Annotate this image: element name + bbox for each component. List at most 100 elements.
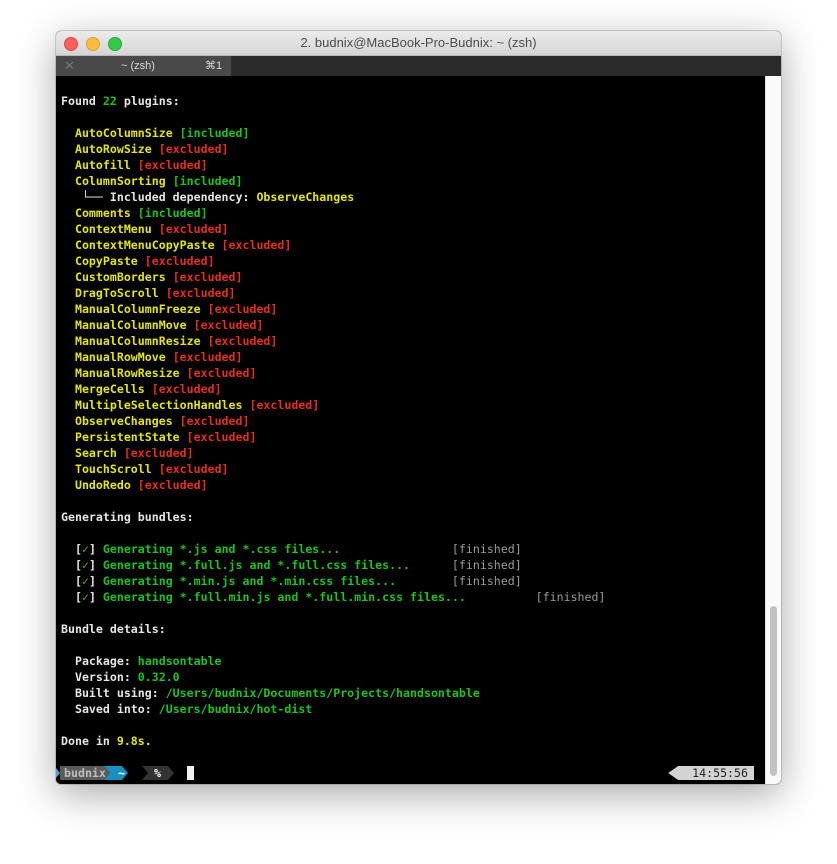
output-line: [✓] Generating *.min.js and *.min.css fi… (61, 573, 605, 589)
output-line: ManualRowMove [excluded] (61, 349, 605, 365)
output-line: Saved into: /Users/budnix/hot-dist (61, 701, 605, 717)
output-text: PersistentState (61, 430, 187, 444)
prompt-symbol: % (142, 766, 174, 780)
output-text: Autofill (61, 158, 138, 172)
output-text: [excluded] (144, 254, 215, 268)
output-line: DragToScroll [excluded] (61, 285, 605, 301)
terminal-output[interactable]: Found 22 plugins: AutoColumnSize [includ… (56, 76, 766, 784)
output-text: Found (61, 94, 103, 108)
output-text: Generating *.full.min.js and *.full.min.… (102, 590, 466, 604)
output-text: DragToScroll (61, 286, 166, 300)
output-line: Found 22 plugins: (61, 93, 605, 109)
output-line: ManualColumnResize [excluded] (61, 333, 605, 349)
zoom-window-button[interactable] (108, 37, 122, 51)
output-text: Bundle details: (61, 622, 166, 636)
output-text: /Users/budnix/hot-dist (158, 702, 313, 716)
output-line: CustomBorders [excluded] (61, 269, 605, 285)
output-text: [finished] (465, 590, 606, 604)
output-text: CopyPaste (61, 254, 145, 268)
prompt-time: 14:55:56 (668, 766, 754, 780)
scrollbar-thumb[interactable] (770, 606, 777, 776)
output-text: [excluded] (207, 302, 278, 316)
prompt-user: budnix (60, 766, 110, 780)
output-text: [excluded] (207, 334, 278, 348)
output-text: [included] (137, 206, 208, 220)
output-text: AutoColumnSize (61, 126, 180, 140)
output-text: handsontable (137, 654, 222, 668)
prompt-start-icon (56, 768, 60, 778)
output-text: ManualColumnMove (61, 318, 194, 332)
output-text: /Users/budnix/Documents/Projects/handson… (165, 686, 480, 700)
output-text: 22 (102, 94, 117, 108)
title-bar: 2. budnix@MacBook-Pro-Budnix: ~ (zsh) (56, 31, 781, 56)
terminal-window: 2. budnix@MacBook-Pro-Budnix: ~ (zsh) ✕ … (56, 31, 781, 784)
output-text: [ (61, 542, 82, 556)
output-text: MergeCells (61, 382, 152, 396)
output-text: [excluded] (172, 270, 243, 284)
output-line: ContextMenu [excluded] (61, 221, 605, 237)
output-text: MultipleSelectionHandles (61, 398, 250, 412)
minimize-window-button[interactable] (86, 37, 100, 51)
output-line: CopyPaste [excluded] (61, 253, 605, 269)
output-text: [excluded] (158, 222, 229, 236)
output-text: [included] (172, 174, 243, 188)
output-line: PersistentState [excluded] (61, 429, 605, 445)
close-window-button[interactable] (64, 37, 78, 51)
output-text: 0.32.0 (137, 670, 180, 684)
output-text: plugins: (116, 94, 180, 108)
tab-label: ~ (zsh) (121, 60, 155, 72)
output-line: Comments [included] (61, 205, 605, 221)
output-text: [excluded] (158, 142, 229, 156)
tab-zsh[interactable]: ✕ ~ (zsh) ⌘1 (56, 56, 231, 76)
output-text: 9.8s (116, 734, 145, 748)
output-text: [excluded] (186, 430, 257, 444)
window-title: 2. budnix@MacBook-Pro-Budnix: ~ (zsh) (300, 35, 537, 50)
output-text: [finished] (451, 542, 522, 556)
tab-bar: ✕ ~ (zsh) ⌘1 (56, 56, 781, 76)
output-text: [excluded] (193, 318, 264, 332)
output-text: Saved into: (61, 702, 159, 716)
output-text: Generating bundles: (61, 510, 194, 524)
output-text: CustomBorders (61, 270, 173, 284)
output-text: [excluded] (165, 286, 236, 300)
close-tab-icon[interactable]: ✕ (64, 56, 75, 76)
output-line: MultipleSelectionHandles [excluded] (61, 397, 605, 413)
output-text: Generating *.full.js and *.full.css file… (102, 558, 452, 572)
output-line: MergeCells [excluded] (61, 381, 605, 397)
output-line: ContextMenuCopyPaste [excluded] (61, 237, 605, 253)
output-line: [✓] Generating *.full.js and *.full.css … (61, 557, 605, 573)
output-text: [finished] (451, 574, 522, 588)
output-text: Package: (61, 654, 138, 668)
output-line: ColumnSorting [included] (61, 173, 605, 189)
output-text: Done in (61, 734, 117, 748)
output-text: ObserveChanges (61, 414, 180, 428)
output-text: Version: (61, 670, 138, 684)
output-text: └── Included dependency: (61, 190, 257, 204)
scrollbar[interactable] (765, 76, 781, 784)
output-text: ✓ (81, 558, 89, 572)
output-text: ] (88, 590, 103, 604)
output-text: Search (61, 446, 124, 460)
output-line: └── Included dependency: ObserveChanges (61, 189, 605, 205)
output-text: [excluded] (123, 446, 194, 460)
output-line: Version: 0.32.0 (61, 669, 605, 685)
output-text: [ (61, 574, 82, 588)
output-text: [included] (179, 126, 250, 140)
output-text: AutoRowSize (61, 142, 159, 156)
output-line: Generating bundles: (61, 509, 605, 525)
output-text: ] (88, 558, 103, 572)
output-text: ManualColumnFreeze (61, 302, 208, 316)
output-text: ✓ (81, 590, 89, 604)
output-text: [excluded] (179, 414, 250, 428)
output-line: ObserveChanges [excluded] (61, 413, 605, 429)
output-line: Built using: /Users/budnix/Documents/Pro… (61, 685, 605, 701)
output-text: ContextMenu (61, 222, 159, 236)
output-line: AutoColumnSize [included] (61, 125, 605, 141)
output-line: Done in 9.8s. (61, 733, 605, 749)
output-text: ManualColumnResize (61, 334, 208, 348)
output-line: AutoRowSize [excluded] (61, 141, 605, 157)
output-text: ColumnSorting (61, 174, 173, 188)
